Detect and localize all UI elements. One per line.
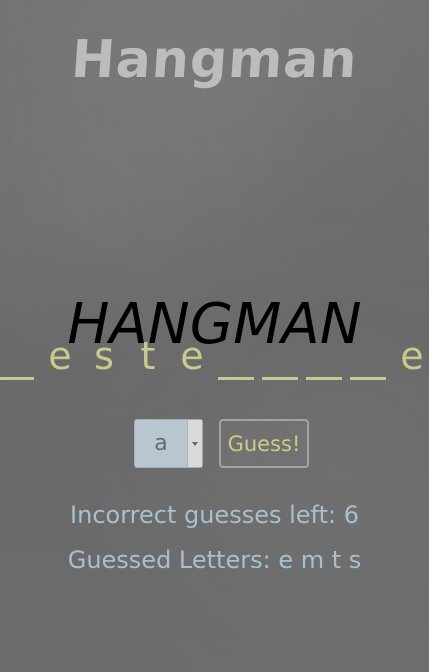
selected-letter: a	[154, 431, 168, 456]
incorrect-guesses-status: Incorrect guesses left: 6	[70, 501, 359, 529]
guess-controls: a Guess!	[134, 419, 309, 468]
app-title: Hangman	[69, 30, 360, 90]
guessed-letters-status: Guessed Letters: e m t s	[67, 546, 362, 574]
select-arrow[interactable]	[187, 420, 202, 467]
guess-button[interactable]: Guess!	[219, 419, 309, 468]
board-title: HANGMAN	[67, 292, 362, 357]
chevron-down-icon	[192, 441, 198, 446]
letter-select[interactable]: a	[134, 419, 203, 468]
